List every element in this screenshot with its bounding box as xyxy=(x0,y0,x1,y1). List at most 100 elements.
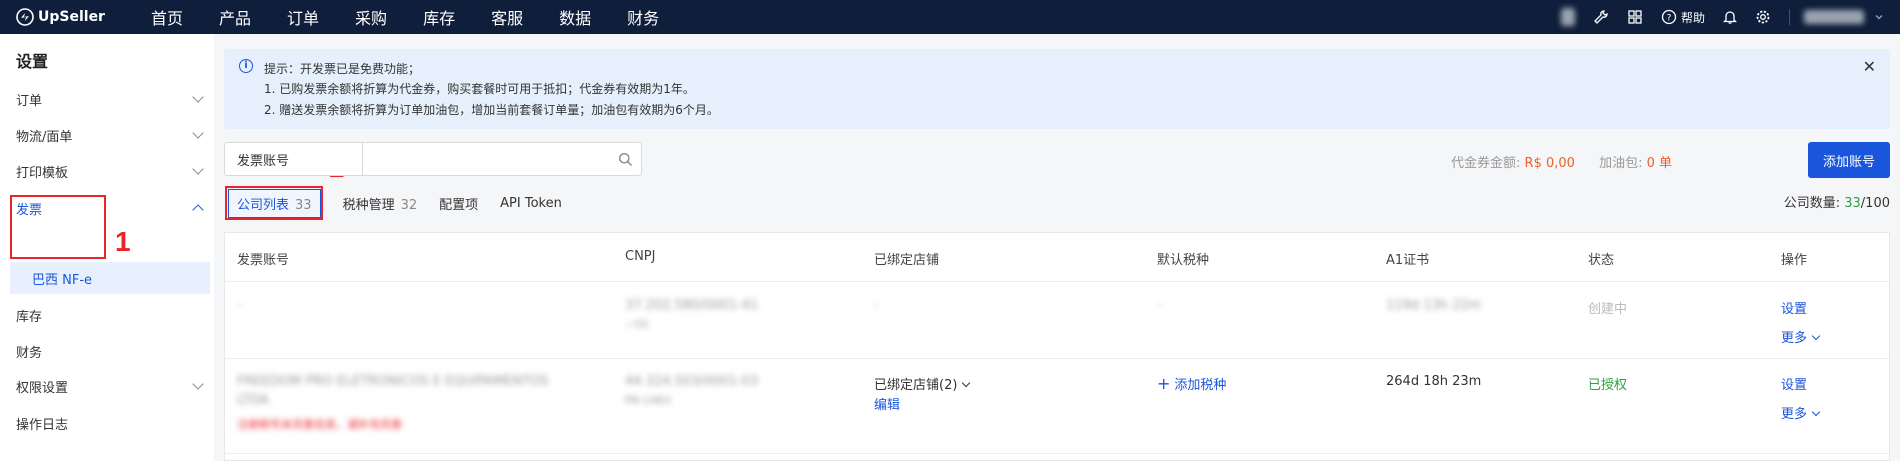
column-header-cnpj: CNPJ xyxy=(625,249,656,264)
nav-customer-service[interactable]: 客服 xyxy=(491,5,523,29)
chevron-down-icon xyxy=(192,127,204,139)
top-navbar: UpSeller 首页 产品 订单 采购 库存 客服 数据 财务 ? 帮助 xyxy=(0,0,1900,34)
nav-inventory[interactable]: 库存 xyxy=(423,5,455,29)
invoice-account-search: 发票账号 xyxy=(224,142,642,176)
company-table: 发票账号 CNPJ 已绑定店铺 默认税种 A1证书 状态 操作 - 37.202… xyxy=(224,232,1890,461)
tab-tax-management[interactable]: 税种管理 32 xyxy=(343,194,418,213)
help-button[interactable]: ? 帮助 xyxy=(1661,9,1705,26)
sidebar-item-label: 库存 xyxy=(16,309,43,325)
nav-finance[interactable]: 财务 xyxy=(627,5,659,29)
sidebar-item-logistics[interactable]: 物流/面单 xyxy=(16,125,206,145)
wrench-icon[interactable] xyxy=(1593,9,1609,25)
close-icon[interactable]: ✕ xyxy=(1863,57,1876,76)
free-invoice-notice: i 提示：开发票已是免费功能； 1. 已购发票余额将折算为代金券，购买套餐时可用… xyxy=(224,49,1890,129)
tab-count: 33 xyxy=(295,197,312,213)
tab-label: 配置项 xyxy=(439,197,479,213)
nav-products[interactable]: 产品 xyxy=(219,5,251,29)
oil-pack-label: 加油包: xyxy=(1599,156,1643,171)
row2-status-badge: 已授权 xyxy=(1588,378,1628,393)
nav-home[interactable]: 首页 xyxy=(151,5,183,29)
bell-icon[interactable] xyxy=(1723,9,1737,25)
sidebar-item-finance[interactable]: 财务 xyxy=(16,341,206,361)
nav-divider xyxy=(1789,9,1790,25)
sidebar-item-permissions[interactable]: 权限设置 xyxy=(16,376,206,396)
tab-label: 税种管理 xyxy=(342,197,395,213)
row2-account: FREEDOM PRO ELETRONICOS E EQUIPAMENTOS xyxy=(237,374,549,389)
row2-cnpj-sub: PR-1483 xyxy=(625,394,671,407)
row-divider xyxy=(225,453,1889,454)
tab-label: 公司列表 xyxy=(237,197,290,213)
row-divider xyxy=(225,358,1889,359)
row2-settings-link[interactable]: 设置 xyxy=(1781,374,1807,393)
chevron-up-icon xyxy=(192,204,204,216)
search-icon[interactable] xyxy=(609,143,641,175)
row1-more-dropdown[interactable]: 更多 xyxy=(1781,327,1821,346)
row1-cert: 119d 13h 22m xyxy=(1386,298,1482,313)
company-count-current: 33 xyxy=(1844,196,1861,211)
app-logo[interactable]: UpSeller xyxy=(16,8,136,26)
gear-icon[interactable] xyxy=(1755,9,1771,25)
column-header-actions: 操作 xyxy=(1781,253,1808,268)
apps-grid-icon[interactable] xyxy=(1627,9,1643,25)
sidebar-item-label: 操作日志 xyxy=(16,417,69,433)
column-header-cert: A1证书 xyxy=(1386,253,1430,268)
search-input[interactable] xyxy=(363,143,609,175)
svg-text:?: ? xyxy=(1667,14,1672,24)
nav-purchase[interactable]: 采购 xyxy=(355,5,387,29)
row2-bound-shops-dropdown[interactable]: 已绑定店铺(2) xyxy=(874,374,971,393)
chevron-down-icon xyxy=(192,378,204,390)
help-icon: ? xyxy=(1661,9,1677,25)
sidebar-item-label: 打印模板 xyxy=(16,165,69,181)
sidebar-item-operation-log[interactable]: 操作日志 xyxy=(16,413,206,433)
notice-line-1: 提示：开发票已是免费功能； xyxy=(264,62,421,76)
tab-config[interactable]: 配置项 xyxy=(439,194,478,213)
voucher-label: 代金券金额: xyxy=(1451,156,1521,171)
add-tax-label: 添加税种 xyxy=(1174,378,1227,393)
row1-cnpj: 37.202.580/0001-41 xyxy=(625,298,759,313)
nav-data[interactable]: 数据 xyxy=(559,5,591,29)
row1-shops: - xyxy=(874,298,879,313)
notice-line-2: 1. 已购发票余额将折算为代金券，购买套餐时可用于抵扣；代金券有效期为1年。 xyxy=(264,82,695,96)
search-field-select[interactable]: 发票账号 xyxy=(225,143,363,175)
sidebar-item-orders[interactable]: 订单 xyxy=(16,89,206,109)
voucher-amount: R$ 0,00 xyxy=(1524,156,1575,171)
row2-account-warning: 注册税号未完善信息，请补充完善 xyxy=(237,418,402,431)
row2-cert: 264d 18h 23m xyxy=(1386,374,1482,389)
column-header-tax: 默认税种 xyxy=(1157,253,1210,268)
plus-icon: + xyxy=(1157,374,1171,393)
chevron-down-icon xyxy=(1811,407,1821,417)
sidebar-item-label: 财务 xyxy=(16,345,43,361)
column-header-account: 发票账号 xyxy=(237,253,290,268)
tab-company-list[interactable]: 公司列表 33 xyxy=(228,188,321,218)
tab-label: API Token xyxy=(500,195,562,211)
tab-count: 32 xyxy=(400,197,418,213)
add-account-button[interactable]: 添加账号 xyxy=(1808,142,1890,178)
help-label: 帮助 xyxy=(1680,10,1705,25)
company-count: 公司数量: 33/100 xyxy=(1784,192,1890,211)
row2-cnpj: 44.324.503/0001-03 xyxy=(625,374,759,389)
more-label: 更多 xyxy=(1781,407,1808,422)
nav-orders[interactable]: 订单 xyxy=(287,5,319,29)
row2-more-dropdown[interactable]: 更多 xyxy=(1781,403,1821,422)
row1-cnpj-sub: ~55 xyxy=(625,318,649,331)
sidebar-title: 设置 xyxy=(16,52,49,71)
chevron-down-icon xyxy=(192,163,204,175)
sidebar-item-print-templates[interactable]: 打印模板 xyxy=(16,161,206,181)
logo-text: UpSeller xyxy=(38,9,105,25)
tab-api-token[interactable]: API Token xyxy=(500,196,562,211)
sidebar-item-label: 权限设置 xyxy=(16,380,69,396)
chevron-down-icon xyxy=(962,378,971,388)
column-header-status: 状态 xyxy=(1588,253,1615,268)
more-label: 更多 xyxy=(1781,331,1808,346)
row2-add-tax-button[interactable]: + 添加税种 xyxy=(1157,374,1226,393)
sidebar-item-inventory[interactable]: 库存 xyxy=(16,305,206,325)
chevron-down-icon[interactable] xyxy=(1874,12,1884,22)
row2-edit-shops-link[interactable]: 编辑 xyxy=(874,394,900,413)
blurred-nav-item[interactable] xyxy=(1560,8,1575,26)
balance-summary: 代金券金额: R$ 0,00 加油包: 0 单 xyxy=(1451,152,1672,171)
row1-settings-link[interactable]: 设置 xyxy=(1781,298,1807,317)
annotation-box-1 xyxy=(10,195,106,259)
company-count-total: /100 xyxy=(1860,196,1890,211)
user-account-blurred[interactable] xyxy=(1804,10,1864,24)
row1-account: - xyxy=(237,298,242,313)
